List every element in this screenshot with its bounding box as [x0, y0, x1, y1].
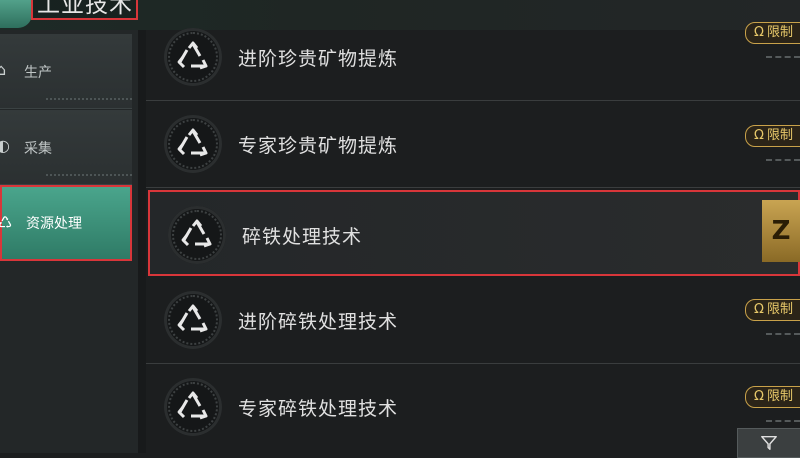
list-item-selected[interactable]: 碎铁处理技术 Z	[148, 190, 800, 276]
filter-button[interactable]	[737, 428, 800, 458]
sidebar-item-resource-processing[interactable]: ♺ 资源处理	[0, 185, 132, 261]
recycle-icon	[177, 391, 208, 420]
omega-icon: Ω	[754, 25, 764, 40]
sidebar-item-gathering[interactable]: ◐ 采集	[0, 110, 132, 185]
progress-dashes	[766, 420, 800, 422]
tech-icon-frame	[164, 28, 222, 86]
sidebar-item-label: 资源处理	[26, 216, 82, 232]
tech-name: 专家珍贵矿物提炼	[238, 135, 399, 157]
progress-dashes	[766, 56, 800, 58]
sidebar-item-label: 采集	[24, 141, 52, 157]
z-tier-tile[interactable]: Z	[762, 200, 800, 262]
restriction-badge: Ω 限制	[745, 22, 800, 44]
recycle-icon	[177, 41, 208, 70]
omega-icon: Ω	[754, 128, 764, 143]
sidebar-item-label: 生产	[24, 65, 52, 81]
omega-icon: Ω	[754, 389, 764, 404]
tech-icon-frame	[164, 291, 222, 349]
restriction-badge: Ω 限制	[745, 386, 800, 408]
tech-name: 专家碎铁处理技术	[238, 398, 399, 420]
badge-label: 限制	[766, 302, 793, 317]
list-item[interactable]: 进阶碎铁处理技术 Ω 限制	[146, 277, 800, 364]
tech-list: 进阶珍贵矿物提炼 Ω 限制 专家珍贵矿物提炼 Ω 限制 碎铁处理技术 Z 进阶碎…	[146, 22, 800, 453]
filter-icon	[761, 435, 777, 451]
recycle-icon	[177, 128, 208, 157]
omega-icon: Ω	[754, 302, 764, 317]
sidebar-item-production[interactable]: ⌂ 生产	[0, 34, 132, 109]
category-sidebar: ⌂ 生产 ◐ 采集 ♺ 资源处理	[0, 30, 138, 453]
recycle-icon	[177, 304, 208, 333]
resource-processing-icon: ♺	[0, 213, 13, 232]
tech-icon-frame	[164, 115, 222, 173]
title-tab-accent	[0, 0, 32, 28]
tech-icon-frame	[164, 378, 222, 436]
list-item[interactable]: 进阶珍贵矿物提炼 Ω 限制	[146, 14, 800, 101]
progress-dashes	[766, 333, 800, 335]
divider	[46, 98, 132, 100]
tech-name: 进阶珍贵矿物提炼	[238, 48, 399, 70]
badge-label: 限制	[766, 389, 793, 404]
restriction-badge: Ω 限制	[745, 125, 800, 147]
progress-dashes	[766, 159, 800, 161]
factory-icon: ⌂	[0, 60, 7, 79]
divider	[46, 174, 132, 176]
tech-name: 碎铁处理技术	[242, 226, 363, 248]
list-item[interactable]: 专家珍贵矿物提炼 Ω 限制	[146, 101, 800, 188]
sidebar-separator	[138, 30, 146, 453]
restriction-badge: Ω 限制	[745, 299, 800, 321]
page-title: 工业技术	[31, 0, 138, 20]
gather-icon: ◐	[0, 136, 10, 155]
tech-icon-frame	[168, 206, 226, 264]
badge-label: 限制	[766, 128, 793, 143]
recycle-icon	[181, 219, 212, 248]
badge-label: 限制	[766, 25, 793, 40]
list-item[interactable]: 专家碎铁处理技术 Ω 限制	[146, 364, 800, 450]
tech-name: 进阶碎铁处理技术	[238, 311, 399, 333]
